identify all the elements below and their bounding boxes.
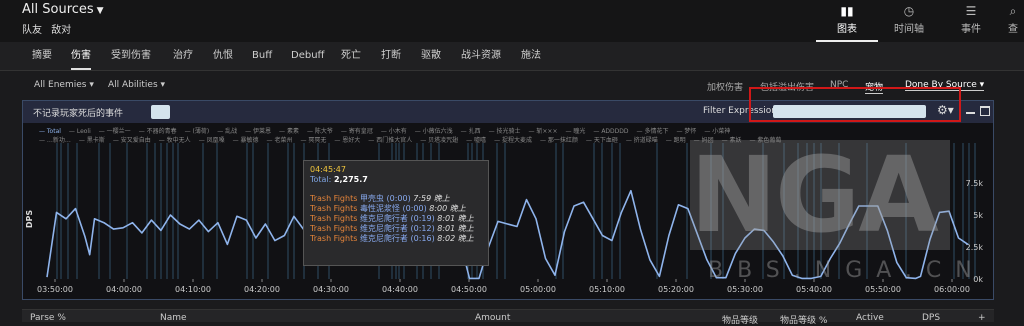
chevron-down-icon: ▼	[96, 6, 104, 16]
view-switcher: ▮▮ 图表 ◷ 时间轴 ☰ 事件 ⌕ 查	[816, 0, 1024, 42]
bar-chart-icon: ▮▮	[840, 4, 854, 18]
tooltip-time: 04:45:47	[310, 165, 346, 174]
abilities-dropdown[interactable]: All Abilities ▾	[108, 80, 165, 90]
tooltip-encounter: Trash Fights	[310, 214, 358, 223]
x-tick-label: 04:50:00	[451, 285, 487, 294]
tooltip-encounter: Trash Fights	[310, 234, 358, 243]
tooltip-target: 维克尼爬行者 (0:16)	[359, 234, 435, 243]
tooltip-timestamp: 8:00 晚上	[429, 204, 466, 213]
damage-table-header: Parse % Name Amount 物品等级 物品等级 % Active D…	[22, 309, 994, 326]
col-add[interactable]: +	[978, 313, 986, 323]
tab-interrupts[interactable]: 打断	[381, 42, 401, 70]
view-more-label: 查	[1008, 24, 1018, 35]
nga-watermark: NGA	[690, 140, 1024, 255]
x-tick-label: 05:50:00	[865, 285, 901, 294]
tooltip-target: 甲壳虫 (0:00)	[359, 194, 411, 203]
source-title: All Sources	[22, 2, 94, 17]
tooltip-encounter: Trash Fights	[310, 194, 358, 203]
watermark-logo-text: NGA	[690, 134, 939, 256]
enemies-dropdown[interactable]: All Enemies ▾	[34, 80, 94, 90]
view-chart-label: 图表	[837, 24, 857, 35]
tab-resources[interactable]: 战斗资源	[461, 42, 501, 70]
x-tick-label: 05:40:00	[796, 285, 832, 294]
tooltip-timestamp: 7:59 晚上	[413, 194, 450, 203]
watermark-site-text: BBS.NGA.CN	[708, 258, 986, 283]
col-parse[interactable]: Parse %	[30, 313, 66, 323]
tab-debuffs[interactable]: Debuff	[291, 42, 324, 70]
tooltip-target: 毒性泥浆怪 (0:00)	[359, 204, 427, 213]
tab-healing[interactable]: 治疗	[173, 42, 193, 70]
clock-icon: ◷	[903, 4, 915, 18]
x-tick-label: 05:10:00	[589, 285, 625, 294]
col-dps[interactable]: DPS	[922, 313, 940, 323]
tooltip-timestamp: 8:02 晚上	[437, 234, 474, 243]
view-events-label: 事件	[961, 24, 981, 35]
tooltip-total-value: 2,275.7	[333, 175, 368, 184]
tooltip-encounter: Trash Fights	[310, 204, 358, 213]
tab-buffs[interactable]: Buff	[252, 42, 272, 70]
chart-tooltip: 04:45:47 Total: 2,275.7 Trash Fights 甲壳虫…	[303, 160, 489, 266]
enemies-label: All Enemies	[34, 80, 87, 90]
tab-threat[interactable]: 仇恨	[213, 42, 233, 70]
x-tick-label: 06:00:00	[934, 285, 970, 294]
view-events[interactable]: ☰ 事件	[940, 0, 1002, 42]
top-bar: All Sources ▼ 队友 敌对 ▮▮ 图表 ◷ 时间轴 ☰ 事件 ⌕ 查	[0, 0, 1024, 42]
tab-damage-taken[interactable]: 受到伤害	[111, 42, 151, 70]
tooltip-row: Trash Fights 甲壳虫 (0:00) 7:59 晚上	[310, 194, 482, 204]
highlight-box	[749, 87, 961, 122]
x-tick-label: 05:00:00	[520, 285, 556, 294]
tab-summary[interactable]: 摘要	[32, 42, 52, 70]
x-tick-label: 05:30:00	[727, 285, 763, 294]
col-ilvl-pct[interactable]: 物品等级 %	[780, 313, 827, 326]
side-tabs: 队友 敌对	[22, 21, 77, 36]
source-dropdown[interactable]: All Sources ▼	[22, 2, 104, 17]
y-axis-label: DPS	[25, 210, 34, 229]
tooltip-timestamp: 8:01 晚上	[437, 214, 474, 223]
col-name[interactable]: Name	[160, 313, 187, 323]
x-tick-label: 04:40:00	[382, 285, 418, 294]
view-chart[interactable]: ▮▮ 图表	[816, 0, 878, 42]
col-amount[interactable]: Amount	[475, 313, 510, 323]
option-weighted-damage[interactable]: 加权伤害	[707, 80, 743, 93]
x-tick-label: 03:50:00	[37, 285, 73, 294]
tab-deaths[interactable]: 死亡	[341, 42, 361, 70]
x-tick-label: 05:20:00	[658, 285, 694, 294]
x-tick-label: 04:30:00	[313, 285, 349, 294]
list-icon: ☰	[965, 4, 977, 18]
tooltip-encounter: Trash Fights	[310, 224, 358, 233]
col-ilvl[interactable]: 物品等级	[722, 313, 758, 326]
report-tabs: 摘要 伤害 受到伤害 治疗 仇恨 Buff Debuff 死亡 打断 驱散 战斗…	[0, 42, 1024, 71]
tooltip-row: Trash Fights 毒性泥浆怪 (0:00) 8:00 晚上	[310, 204, 482, 214]
magnifier-icon: ⌕	[1009, 4, 1017, 18]
tooltip-target: 维克尼爬行者 (0:19)	[359, 214, 435, 223]
x-tick-label: 04:00:00	[106, 285, 142, 294]
view-timeline[interactable]: ◷ 时间轴	[878, 0, 940, 42]
x-tick-label: 04:10:00	[175, 285, 211, 294]
tab-damage-done[interactable]: 伤害	[71, 42, 91, 70]
tab-hostile[interactable]: 敌对	[51, 25, 71, 36]
view-more[interactable]: ⌕ 查	[1002, 0, 1024, 42]
tab-dispels[interactable]: 驱散	[421, 42, 441, 70]
tab-friendly[interactable]: 队友	[22, 25, 42, 36]
tooltip-target: 维克尼爬行者 (0:12)	[359, 224, 435, 233]
tooltip-row: Trash Fights 维克尼爬行者 (0:19) 8:01 晚上	[310, 214, 482, 224]
tooltip-row: Trash Fights 维克尼爬行者 (0:12) 8:01 晚上	[310, 224, 482, 234]
tooltip-row: Trash Fights 维克尼爬行者 (0:16) 8:02 晚上	[310, 234, 482, 244]
tooltip-timestamp: 8:01 晚上	[437, 224, 474, 233]
view-timeline-label: 时间轴	[894, 24, 924, 35]
x-tick-label: 04:20:00	[244, 285, 280, 294]
abilities-label: All Abilities	[108, 80, 158, 90]
tab-casts[interactable]: 施法	[521, 42, 541, 70]
tooltip-total-label: Total:	[310, 175, 332, 184]
col-active[interactable]: Active	[856, 313, 884, 323]
